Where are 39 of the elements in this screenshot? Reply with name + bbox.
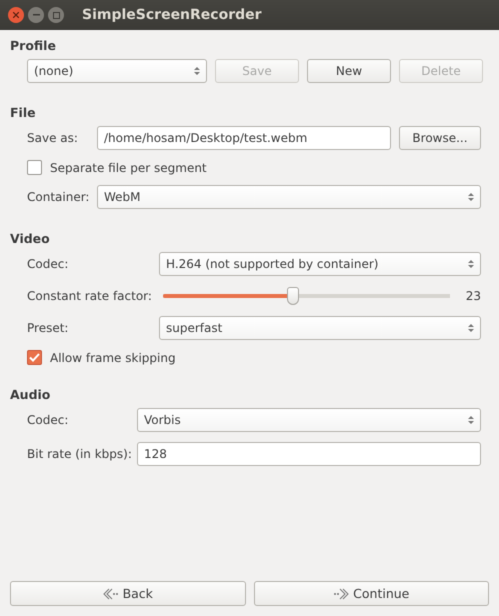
field-label: Codec: bbox=[27, 413, 70, 427]
checkbox-label: Separate file per segment bbox=[50, 160, 207, 174]
field-label: Codec: bbox=[27, 257, 70, 271]
close-icon[interactable] bbox=[8, 7, 24, 23]
save-path-field[interactable]: /home/hosam/Desktop/test.webm bbox=[97, 126, 391, 150]
spinner-arrows-icon bbox=[468, 259, 474, 269]
profile-dropdown[interactable]: (none) bbox=[27, 59, 207, 83]
audio-codec-dropdown[interactable]: Vorbis bbox=[137, 408, 481, 432]
spinner-arrows-icon bbox=[468, 415, 474, 425]
forward-arrow-icon bbox=[333, 588, 350, 600]
field-label: Bit rate (in kbps): bbox=[27, 447, 129, 461]
section-heading: Profile bbox=[10, 38, 57, 53]
continue-button[interactable]: Continue bbox=[254, 581, 489, 606]
spinner-arrows-icon bbox=[468, 192, 474, 202]
checkbox[interactable] bbox=[27, 160, 42, 175]
codec-dropdown[interactable]: H.264 (not supported by container) bbox=[159, 252, 481, 276]
field-label: Save as: bbox=[27, 131, 79, 145]
preset-dropdown[interactable]: superfast bbox=[159, 316, 481, 340]
section-heading: File bbox=[10, 105, 37, 120]
checkbox-label: Allow frame skipping bbox=[50, 350, 176, 364]
back-button[interactable]: Back bbox=[10, 581, 246, 606]
field-label: Constant rate factor: bbox=[27, 289, 151, 303]
spinner-arrows-icon bbox=[194, 66, 200, 76]
container-dropdown[interactable]: WebM bbox=[97, 185, 481, 209]
bitrate-field[interactable]: 128 bbox=[137, 442, 481, 466]
checkbox[interactable] bbox=[27, 350, 42, 365]
section-heading: Audio bbox=[10, 387, 52, 402]
browse-button[interactable]: Browse... bbox=[399, 126, 481, 150]
field-label: Preset: bbox=[27, 321, 70, 335]
field-label: Container: bbox=[27, 190, 89, 204]
minimize-icon[interactable] bbox=[28, 7, 44, 23]
spinner-arrows-icon bbox=[468, 323, 474, 333]
back-arrow-icon bbox=[102, 588, 119, 600]
section-heading: Video bbox=[10, 231, 51, 246]
profile-button[interactable]: New bbox=[307, 59, 391, 83]
window-title: SimpleScreenRecorder bbox=[82, 7, 262, 23]
slider-handle[interactable] bbox=[286, 287, 299, 305]
maximize-icon[interactable] bbox=[48, 7, 64, 23]
slider-value: 23 bbox=[466, 289, 481, 303]
